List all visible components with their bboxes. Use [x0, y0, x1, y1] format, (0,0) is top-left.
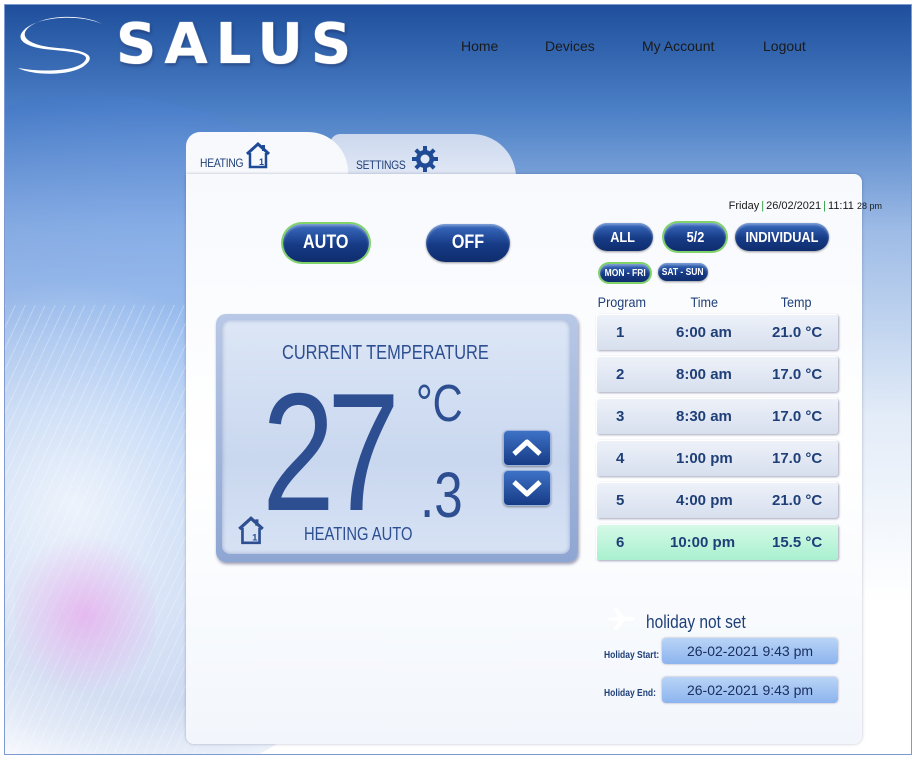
time-text: 11:11: [828, 200, 854, 212]
seconds-text: 28 pm: [856, 201, 882, 211]
nav-home-link[interactable]: Home: [461, 38, 498, 54]
program-row-6[interactable]: 6 10:00 pm 15.5 °C: [596, 524, 838, 560]
heating-status-label: HEATING AUTO: [304, 524, 413, 544]
program-number: 3: [616, 408, 625, 425]
schedule-all-button[interactable]: ALL: [593, 223, 653, 251]
home-zone-icon: 1: [246, 141, 271, 169]
program-row-3[interactable]: 3 8:30 am 17.0 °C: [596, 398, 838, 434]
holiday-start-field[interactable]: 26-02-2021 9:43 pm: [662, 638, 838, 664]
tab-heating-label: HEATING: [200, 156, 244, 170]
nav-logout-link[interactable]: Logout: [763, 38, 806, 54]
program-number: 4: [616, 450, 625, 467]
program-temp: 17.0 °C: [772, 408, 823, 425]
holiday-end-label: Holiday End:: [604, 688, 656, 699]
program-time: 4:00 pm: [676, 492, 733, 509]
temp-column-header: Temp: [780, 294, 812, 310]
program-row-1[interactable]: 1 6:00 am 21.0 °C: [596, 314, 838, 350]
tab-settings-label: SETTINGS: [356, 158, 406, 172]
holiday-status: holiday not set: [646, 612, 746, 632]
schedule-5-2-label: 5/2: [686, 228, 704, 246]
program-number: 2: [616, 366, 625, 383]
temperature-decimal: .3: [420, 459, 463, 531]
sat-sun-label: SAT - SUN: [662, 266, 704, 278]
nav-my-account-link[interactable]: My Account: [642, 38, 714, 54]
program-number: 5: [616, 492, 625, 509]
temperature-integer: 27: [262, 358, 400, 546]
program-temp: 17.0 °C: [772, 366, 823, 383]
holiday-start-label: Holiday Start:: [604, 650, 660, 661]
background-sparkle: [15, 525, 155, 705]
off-mode-button[interactable]: OFF: [426, 224, 510, 262]
holiday-end-field[interactable]: 26-02-2021 9:43 pm: [662, 677, 838, 703]
time-column-header: Time: [690, 294, 719, 310]
tab-heating[interactable]: HEATING 1: [186, 132, 348, 176]
auto-mode-label: AUTO: [303, 232, 349, 253]
program-temp: 21.0 °C: [772, 324, 823, 341]
chevron-down-icon: [512, 480, 542, 497]
program-time: 6:00 am: [676, 324, 732, 341]
tab-settings[interactable]: SETTINGS: [330, 134, 516, 178]
program-row-5[interactable]: 5 4:00 pm 21.0 °C: [596, 482, 838, 518]
gear-icon: [411, 146, 438, 172]
mon-fri-label: MON - FRI: [604, 267, 646, 279]
program-time: 1:00 pm: [676, 450, 733, 467]
chevron-up-icon: [512, 439, 542, 456]
sat-sun-button[interactable]: SAT - SUN: [658, 263, 708, 281]
program-time: 8:00 am: [676, 366, 732, 383]
schedule-individual-button[interactable]: INDIVIDUAL: [735, 223, 829, 251]
temperature-down-button[interactable]: [503, 470, 551, 506]
schedule-individual-label: INDIVIDUAL: [745, 228, 819, 246]
off-mode-label: OFF: [451, 232, 485, 253]
date-text: 26/02/2021: [766, 200, 822, 212]
program-row-2[interactable]: 2 8:00 am 17.0 °C: [596, 356, 838, 392]
auto-mode-button[interactable]: AUTO: [283, 224, 369, 262]
mon-fri-button[interactable]: MON - FRI: [600, 264, 650, 282]
program-row-4[interactable]: 4 1:00 pm 17.0 °C: [596, 440, 838, 476]
program-time: 8:30 am: [676, 408, 732, 425]
airplane-icon: [608, 608, 635, 630]
svg-text:1: 1: [259, 157, 264, 167]
top-navigation: Home Devices My Account Logout: [0, 38, 916, 58]
schedule-5-2-button[interactable]: 5/2: [664, 223, 726, 251]
nav-devices-link[interactable]: Devices: [545, 38, 595, 54]
program-time: 10:00 pm: [670, 534, 736, 551]
program-temp: 21.0 °C: [772, 492, 823, 509]
program-temp: 15.5 °C: [772, 534, 823, 551]
program-number: 1: [616, 324, 625, 341]
schedule-all-label: ALL: [610, 228, 636, 246]
temperature-unit: °C: [416, 375, 463, 433]
svg-text:1: 1: [252, 533, 258, 544]
program-column-header: Program: [597, 294, 647, 310]
current-datetime: Friday | 26/02/2021 | 11:11 28 pm: [728, 200, 882, 212]
home-zone-icon: 1: [238, 516, 264, 545]
day-name: Friday: [728, 200, 760, 212]
temperature-up-button[interactable]: [503, 430, 551, 466]
program-number: 6: [616, 534, 625, 551]
program-temp: 17.0 °C: [772, 450, 823, 467]
